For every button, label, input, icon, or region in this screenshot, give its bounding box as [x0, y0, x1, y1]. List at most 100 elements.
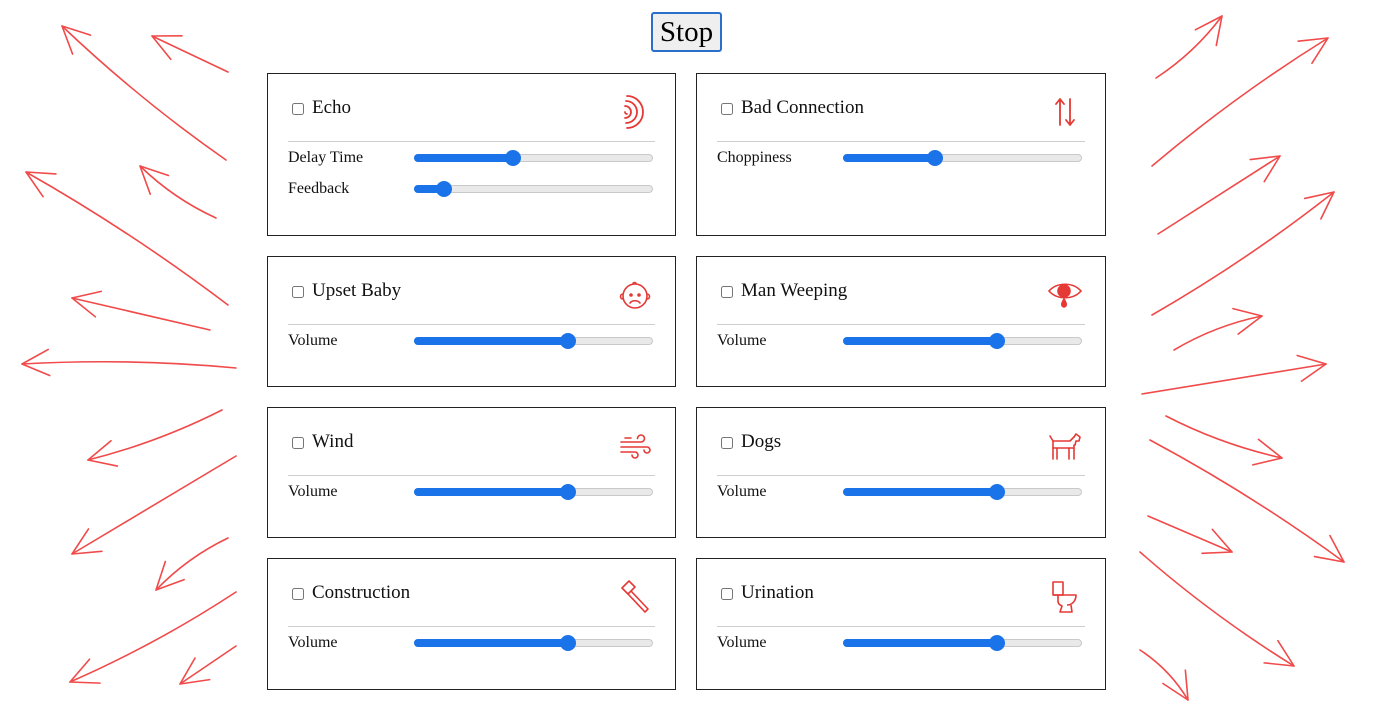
control-row: Volume — [288, 325, 655, 356]
enable-checkbox-bad-connection[interactable] — [721, 102, 733, 115]
decorative-arrow — [61, 25, 227, 161]
card-header: Construction — [288, 559, 655, 627]
card-title: Echo — [312, 96, 352, 118]
decorative-arrowhead — [1313, 534, 1345, 563]
control-label: Delay Time — [288, 148, 364, 166]
decorative-arrow — [1139, 551, 1295, 667]
decorative-arrowhead — [1297, 37, 1329, 65]
volume-slider[interactable] — [843, 332, 1082, 349]
decorative-arrowhead — [1263, 639, 1295, 667]
decorative-arrowhead — [1252, 438, 1283, 466]
slider-thumb[interactable] — [989, 634, 1005, 651]
decorative-arrowhead — [179, 657, 211, 685]
enable-checkbox-construction[interactable] — [292, 587, 304, 600]
decorative-arrowhead — [1296, 354, 1327, 383]
volume-slider[interactable] — [843, 634, 1082, 651]
decorative-arrowhead — [61, 25, 92, 55]
decorative-arrow — [71, 297, 211, 331]
decorative-arrow — [151, 35, 229, 73]
decorative-arrowhead — [155, 560, 185, 591]
dog-icon — [1047, 428, 1083, 464]
effect-card-bad-connection: Bad Connection Choppiness — [696, 73, 1106, 236]
decorative-arrow — [1141, 363, 1327, 395]
decorative-arrowhead — [1232, 307, 1263, 335]
decorative-arrowhead — [1303, 191, 1335, 220]
card-header: Urination — [717, 559, 1085, 627]
sad-baby-face-icon — [617, 277, 653, 313]
control-row: Volume — [288, 627, 655, 658]
slider-thumb[interactable] — [989, 483, 1005, 500]
card-header: Echo — [288, 74, 655, 142]
control-row: Choppiness — [717, 142, 1085, 173]
volume-slider[interactable] — [843, 483, 1082, 500]
control-label: Choppiness — [717, 148, 792, 166]
card-header: Upset Baby — [288, 257, 655, 325]
enable-checkbox-wind[interactable] — [292, 436, 304, 449]
enable-checkbox-dogs[interactable] — [721, 436, 733, 449]
decorative-arrowhead — [69, 658, 101, 684]
enable-checkbox-man-weeping[interactable] — [721, 285, 733, 298]
volume-slider[interactable] — [414, 483, 653, 500]
choppiness-slider[interactable] — [843, 149, 1082, 166]
wind-icon — [617, 428, 653, 464]
decorative-arrow — [1157, 155, 1281, 235]
effect-card-urination: Urination Volume — [696, 558, 1106, 690]
slider-thumb[interactable] — [927, 149, 943, 166]
decorative-arrowhead — [71, 528, 103, 555]
effect-card-echo: Echo Delay Time Feedback — [267, 73, 676, 236]
card-header: Dogs — [717, 408, 1085, 476]
decorative-arrowhead — [87, 439, 119, 467]
control-label: Volume — [717, 633, 767, 651]
delay-time-slider[interactable] — [414, 149, 653, 166]
control-label: Volume — [717, 482, 767, 500]
card-header: Bad Connection — [717, 74, 1085, 142]
enable-checkbox-upset-baby[interactable] — [292, 285, 304, 298]
decorative-arrow — [71, 455, 237, 555]
decorative-arrow — [1151, 37, 1329, 167]
feedback-slider[interactable] — [414, 180, 653, 197]
control-label: Volume — [288, 482, 338, 500]
slider-thumb[interactable] — [989, 332, 1005, 349]
control-row: Feedback — [288, 173, 655, 204]
slider-thumb[interactable] — [560, 332, 576, 349]
card-title: Urination — [741, 581, 814, 603]
decorative-arrow — [25, 171, 229, 306]
decorative-arrowhead — [1194, 15, 1223, 47]
control-row: Volume — [717, 325, 1085, 356]
enable-checkbox-echo[interactable] — [292, 102, 304, 115]
control-row: Delay Time — [288, 142, 655, 173]
decorative-arrowhead — [1162, 669, 1189, 701]
decorative-arrowhead — [139, 165, 170, 195]
card-header: Man Weeping — [717, 257, 1085, 325]
volume-slider[interactable] — [414, 332, 653, 349]
decorative-arrowhead — [1201, 528, 1233, 555]
decorative-arrowhead — [25, 171, 57, 198]
decorative-arrow — [139, 165, 217, 219]
control-label: Volume — [288, 331, 338, 349]
decorative-arrow — [1173, 315, 1263, 351]
card-title: Bad Connection — [741, 96, 864, 118]
control-row: Volume — [717, 627, 1085, 658]
hammer-icon — [617, 579, 653, 615]
slider-thumb[interactable] — [436, 180, 452, 197]
decorative-arrowhead — [71, 290, 103, 318]
stop-button[interactable]: Stop — [651, 12, 722, 52]
decorative-arrow — [1165, 415, 1283, 459]
volume-slider[interactable] — [414, 634, 653, 651]
control-label: Volume — [717, 331, 767, 349]
slider-thumb[interactable] — [560, 634, 576, 651]
control-label: Volume — [288, 633, 338, 651]
toilet-icon — [1047, 579, 1083, 615]
slider-thumb[interactable] — [560, 483, 576, 500]
decorative-arrow — [87, 409, 223, 461]
card-title: Man Weeping — [741, 279, 848, 301]
decorative-arrow — [1149, 439, 1345, 563]
effect-card-upset-baby: Upset Baby Volume — [267, 256, 676, 387]
decorative-arrowhead — [151, 34, 183, 61]
enable-checkbox-urination[interactable] — [721, 587, 733, 600]
decorative-arrowhead — [21, 348, 51, 377]
weeping-eye-icon — [1047, 277, 1083, 313]
slider-thumb[interactable] — [505, 149, 521, 166]
card-title: Wind — [312, 430, 354, 452]
echo-waves-icon — [617, 94, 653, 130]
